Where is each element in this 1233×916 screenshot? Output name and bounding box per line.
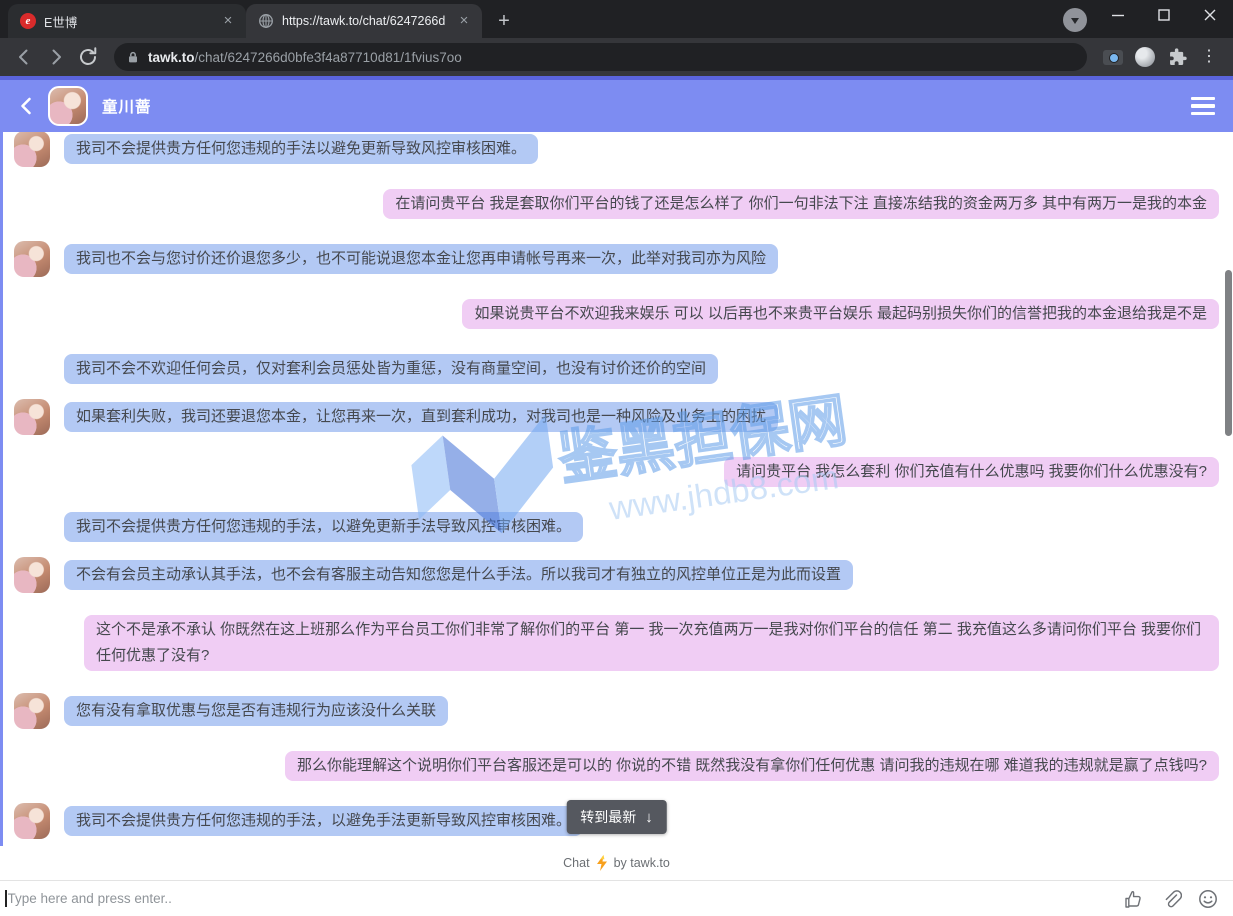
minimize-button[interactable] bbox=[1095, 0, 1141, 30]
agent-avatar bbox=[14, 693, 50, 729]
scrollbar-thumb[interactable] bbox=[1225, 270, 1232, 436]
tab-close-icon[interactable]: × bbox=[456, 13, 472, 29]
camera-icon bbox=[1103, 50, 1123, 65]
chat-input-bar bbox=[0, 880, 1233, 916]
close-button[interactable] bbox=[1187, 0, 1233, 30]
back-button[interactable] bbox=[10, 43, 38, 71]
lock-icon bbox=[126, 50, 140, 64]
message-bubble: 我司也不会与您讨价还价退您多少，也不可能说退您本金让您再申请帐号再来一次，此举对… bbox=[64, 244, 778, 274]
tawkto-chat-page: 童川蔷 我司不会提供贵方任何您违规的手法以避免更新导致风控审核困难。在请问贵平台… bbox=[0, 76, 1233, 916]
globe-favicon-icon bbox=[258, 13, 274, 29]
url-text: tawk.to/chat/6247266d0bfe3f4a87710d81/1f… bbox=[148, 50, 462, 65]
agent-message-row: 我司不会提供贵方任何您违规的手法以避免更新导致风控审核困难。 bbox=[14, 134, 1219, 164]
agent-avatar bbox=[14, 803, 50, 839]
visitor-message-row: 那么你能理解这个说明你们平台客服还是可以的 你说的不错 既然我没有拿你们任何优惠… bbox=[14, 751, 1219, 781]
agent-message-row: 您有没有拿取优惠与您是否有违规行为应该没什么关联 bbox=[14, 696, 1219, 726]
message-bubble: 我司不会提供贵方任何您违规的手法，以避免更新手法导致风控审核困难。 bbox=[64, 512, 583, 542]
agent-avatar bbox=[14, 132, 50, 167]
visitor-message-row: 在请问贵平台 我是套取你们平台的钱了还是怎么样了 你们一句非法下注 直接冻结我的… bbox=[14, 189, 1219, 219]
tab-search-button[interactable] bbox=[1063, 8, 1087, 32]
message-bubble: 那么你能理解这个说明你们平台客服还是可以的 你说的不错 既然我没有拿你们任何优惠… bbox=[285, 751, 1219, 781]
jump-to-latest-button[interactable]: 转到最新 ↓ bbox=[566, 800, 667, 834]
address-bar[interactable]: tawk.to/chat/6247266d0bfe3f4a87710d81/1f… bbox=[114, 43, 1087, 71]
agent-avatar bbox=[14, 557, 50, 593]
forward-button[interactable] bbox=[42, 43, 70, 71]
browser-toolbar: tawk.to/chat/6247266d0bfe3f4a87710d81/1f… bbox=[0, 38, 1233, 76]
chevron-down-icon bbox=[1071, 18, 1079, 24]
text-caret bbox=[5, 890, 7, 907]
chat-input[interactable] bbox=[8, 891, 1112, 906]
extensions-puzzle-icon[interactable] bbox=[1163, 43, 1191, 71]
message-bubble: 我司不会提供贵方任何您违规的手法，以避免手法更新导致风控审核困难。 bbox=[64, 806, 583, 836]
chat-menu-hamburger-icon[interactable] bbox=[1191, 97, 1215, 115]
agent-name: 童川蔷 bbox=[102, 95, 152, 117]
tawkto-branding[interactable]: Chat by tawk.to bbox=[0, 846, 1233, 880]
browser-menu-kebab-icon[interactable]: ⋮ bbox=[1195, 43, 1223, 71]
reload-button[interactable] bbox=[74, 43, 102, 71]
message-bubble: 这个不是承不承认 你既然在这上班那么作为平台员工你们非常了解你们的平台 第一 我… bbox=[84, 615, 1219, 671]
emoji-smiley-icon[interactable] bbox=[1197, 888, 1219, 910]
agent-message-row: 我司不会不欢迎任何会员，仅对套利会员惩处皆为重惩，没有商量空间，也没有讨价还价的… bbox=[14, 354, 1219, 384]
camera-extension-icon[interactable] bbox=[1099, 43, 1127, 71]
visitor-message-row: 请问贵平台 我怎么套利 你们充值有什么优惠吗 我要你们什么优惠没有? bbox=[14, 457, 1219, 487]
thumbs-up-icon[interactable] bbox=[1123, 888, 1145, 910]
message-list: 我司不会提供贵方任何您违规的手法以避免更新导致风控审核困难。在请问贵平台 我是套… bbox=[0, 134, 1233, 836]
agent-message-row: 我司不会提供贵方任何您违规的手法，以避免更新手法导致风控审核困难。 bbox=[14, 512, 1219, 542]
tab-close-icon[interactable]: × bbox=[220, 13, 236, 29]
tab-title: https://tawk.to/chat/6247266d bbox=[282, 14, 448, 28]
chat-message-area: 我司不会提供贵方任何您违规的手法以避免更新导致风控审核困难。在请问贵平台 我是套… bbox=[0, 132, 1233, 846]
down-arrow-icon: ↓ bbox=[645, 809, 653, 826]
lightning-bolt-icon bbox=[596, 855, 608, 871]
globe-icon bbox=[1135, 47, 1155, 67]
agent-avatar bbox=[14, 241, 50, 277]
message-bubble: 我司不会提供贵方任何您违规的手法以避免更新导致风控审核困难。 bbox=[64, 134, 538, 164]
message-bubble: 在请问贵平台 我是套取你们平台的钱了还是怎么样了 你们一句非法下注 直接冻结我的… bbox=[383, 189, 1219, 219]
message-bubble: 如果套利失败，我司还要退您本金，让您再来一次，直到套利成功，对我司也是一种风险及… bbox=[64, 402, 778, 432]
new-tab-button[interactable]: + bbox=[490, 7, 518, 35]
back-chevron-icon[interactable] bbox=[18, 96, 34, 116]
agent-avatar bbox=[48, 86, 88, 126]
message-bubble: 我司不会不欢迎任何会员，仅对套利会员惩处皆为重惩，没有商量空间，也没有讨价还价的… bbox=[64, 354, 718, 384]
maximize-button[interactable] bbox=[1141, 0, 1187, 30]
message-bubble: 请问贵平台 我怎么套利 你们充值有什么优惠吗 我要你们什么优惠没有? bbox=[724, 457, 1219, 487]
agent-message-row: 我司也不会与您讨价还价退您多少，也不可能说退您本金让您再申请帐号再来一次，此举对… bbox=[14, 244, 1219, 274]
chat-header: 童川蔷 bbox=[0, 80, 1233, 132]
message-bubble: 您有没有拿取优惠与您是否有违规行为应该没什么关联 bbox=[64, 696, 448, 726]
tab-strip: e E世博 × https://tawk.to/chat/6247266d × … bbox=[0, 0, 1233, 38]
message-bubble: 如果说贵平台不欢迎我来娱乐 可以 以后再也不来贵平台娱乐 最起码别损失你们的信誉… bbox=[462, 299, 1219, 329]
agent-message-row: 不会有会员主动承认其手法，也不会有客服主动告知您您是什么手法。所以我司才有独立的… bbox=[14, 560, 1219, 590]
attachment-paperclip-icon[interactable] bbox=[1160, 888, 1182, 910]
window-controls bbox=[1095, 0, 1233, 30]
visitor-message-row: 这个不是承不承认 你既然在这上班那么作为平台员工你们非常了解你们的平台 第一 我… bbox=[14, 615, 1219, 671]
browser-tab-eshibo[interactable]: e E世博 × bbox=[8, 4, 246, 38]
agent-message-row: 如果套利失败，我司还要退您本金，让您再来一次，直到套利成功，对我司也是一种风险及… bbox=[14, 402, 1219, 432]
agent-avatar bbox=[14, 399, 50, 435]
message-bubble: 不会有会员主动承认其手法，也不会有客服主动告知您您是什么手法。所以我司才有独立的… bbox=[64, 560, 853, 590]
globe-extension-icon[interactable] bbox=[1131, 43, 1159, 71]
tab-title: E世博 bbox=[44, 12, 212, 31]
input-actions bbox=[1123, 888, 1219, 910]
eshibo-favicon-icon: e bbox=[20, 13, 36, 29]
browser-tab-tawkto[interactable]: https://tawk.to/chat/6247266d × bbox=[246, 4, 482, 38]
browser-window: e E世博 × https://tawk.to/chat/6247266d × … bbox=[0, 0, 1233, 916]
visitor-message-row: 如果说贵平台不欢迎我来娱乐 可以 以后再也不来贵平台娱乐 最起码别损失你们的信誉… bbox=[14, 299, 1219, 329]
